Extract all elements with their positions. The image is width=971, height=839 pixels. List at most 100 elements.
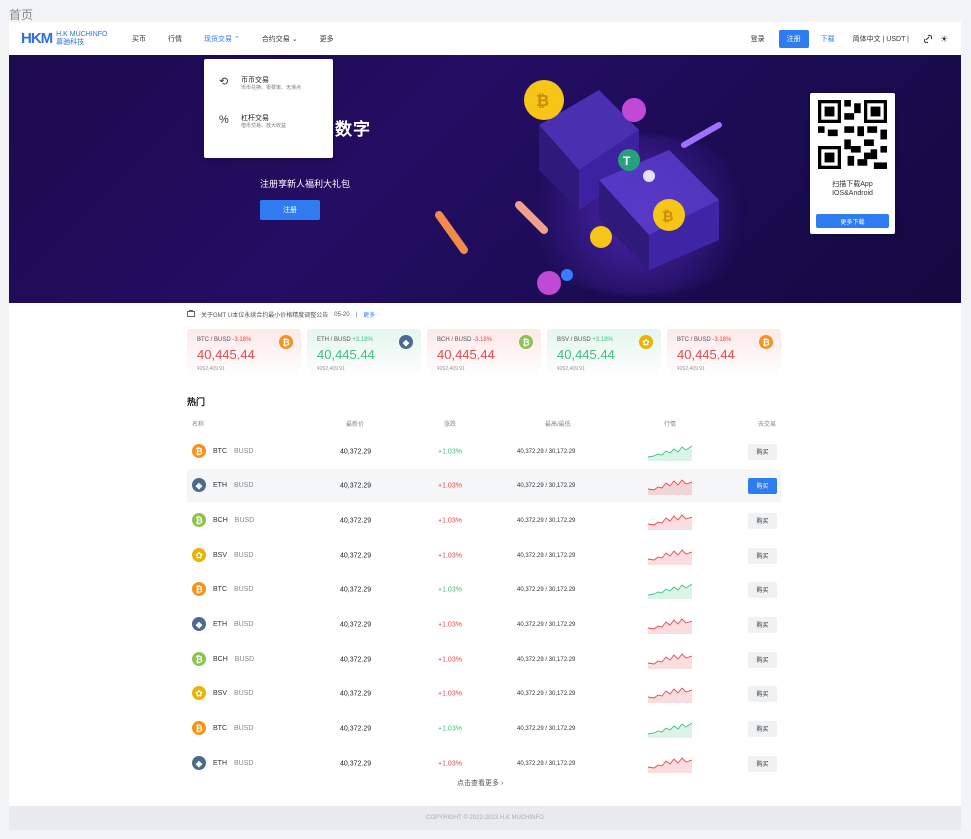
ticker-card[interactable]: BTC / BUSD -3.18% 40,445.44 ¥262,409.91 ₿ [187, 329, 301, 377]
nav-buy-coin[interactable]: 买币 [132, 34, 146, 44]
buy-button[interactable]: 购买 [748, 512, 777, 529]
nav-contract-trading[interactable]: 合约交易 ⌄ [262, 34, 298, 44]
table-row[interactable]: ₿ BTC BUSD 40,372.29 +1.03% 40,372.29 / 30,17… [187, 712, 781, 745]
nav-more[interactable]: 更多 [320, 34, 334, 44]
ticker-cny-price: ¥262,409.91 [317, 366, 345, 372]
table-row[interactable]: ◆ ETH BUSD 40,372.29 +1.03% 40,372.29 / 30,17… [187, 608, 781, 641]
sparkline [647, 545, 693, 567]
price-change: +1.03% [438, 448, 462, 455]
hero-register-button[interactable]: 注册 [260, 200, 320, 220]
col-change: 涨跌 [444, 422, 457, 428]
ticker-cny-price: ¥262,409.91 [197, 366, 225, 372]
link-icon[interactable] [923, 34, 933, 44]
price-change: +1.03% [438, 690, 462, 697]
btc-coin-icon: ₿ [192, 443, 206, 460]
table-row[interactable]: ◆ ETH BUSD 40,372.29 +1.03% 40,372.29 / 30,17… [187, 747, 781, 780]
buy-button[interactable]: 购买 [748, 685, 777, 702]
more-downloads-button[interactable]: 更多下载 [816, 214, 889, 228]
app-frame: HKM H.K MUCHINFO 慕驰科技 买币 行情 现货交易 ⌃ 合约交易 … [9, 22, 961, 830]
table-row[interactable]: ✿ BSV BUSD 40,372.29 +1.03% 40,372.29 / 30,17… [187, 539, 781, 572]
price-change: +1.03% [438, 586, 462, 593]
buy-button[interactable]: 购买 [748, 547, 777, 564]
ticker-pair: BCH / BUSD -3.18% [437, 337, 493, 343]
ticker-cny-price: ¥262,409.91 [677, 366, 705, 372]
buy-button[interactable]: 购买 [748, 651, 777, 668]
ticker-card[interactable]: ETH / BUSD +3.18% 40,445.44 ¥262,409.91 ◆ [307, 329, 421, 377]
download-link[interactable]: 下载 [821, 34, 835, 44]
hero-banner: ₿ T ₿ 数字 注册享新人福利大礼包 注册 扫描下载App IOS&Andro… [9, 55, 961, 303]
main-nav: 买币 行情 现货交易 ⌃ 合约交易 ⌄ 更多 [132, 34, 356, 44]
ticker-card[interactable]: BSV / BUSD +3.18% 40,445.44 ¥262,409.91 ✿ [547, 329, 661, 377]
header-actions: 登录 注册 下载 简体中文 | USDT | ☀ [751, 30, 949, 48]
last-price: 40,372.29 [340, 690, 372, 697]
logo-mark: HKM [21, 30, 53, 47]
last-price: 40,372.29 [340, 621, 372, 628]
buy-button[interactable]: 购买 [748, 443, 777, 460]
last-price: 40,372.29 [340, 552, 372, 559]
qr-code [818, 100, 887, 169]
ticker-price: 40,445.44 [197, 347, 255, 362]
high-low: 40,372.29 / 30,172.29 [517, 448, 576, 455]
table-row[interactable]: ₿ BTC BUSD 40,372.29 +1.03% 40,372.29 / 30,17… [187, 573, 781, 606]
svg-text:₿: ₿ [195, 723, 202, 734]
last-price: 40,372.29 [340, 760, 372, 767]
high-low: 40,372.29 / 30,172.29 [517, 586, 576, 593]
qr-caption: 扫描下载App [832, 181, 873, 188]
ticker-card[interactable]: BCH / BUSD -3.18% 40,445.44 ¥262,409.91 ₿ [427, 329, 541, 377]
register-button[interactable]: 注册 [778, 30, 809, 48]
svg-text:◆: ◆ [196, 481, 203, 491]
announcement-date: 05-20 [334, 311, 350, 318]
announcement-more-link[interactable]: 更多 [363, 310, 375, 319]
announcement-icon [187, 310, 195, 319]
table-row[interactable]: ◆ ETH BUSD 40,372.29 +1.03% 40,372.29 / 30,17… [187, 469, 781, 502]
logo[interactable]: HKM H.K MUCHINFO 慕驰科技 [21, 30, 108, 47]
ticker-price: 40,445.44 [557, 347, 615, 362]
buy-button[interactable]: 购买 [748, 755, 777, 772]
ticker-price: 40,445.44 [437, 347, 495, 362]
app-download-card: 扫描下载App IOS&Android 更多下载 [810, 93, 895, 234]
footer-copyright: COPYRIGHT © 2022-2023 H.K MUCHINFO [9, 806, 961, 830]
svg-text:✿: ✿ [195, 689, 203, 699]
svg-text:₿: ₿ [536, 92, 549, 110]
last-price: 40,372.29 [340, 725, 372, 732]
svg-text:₿: ₿ [762, 338, 769, 349]
table-row[interactable]: ₿ BTC BUSD 40,372.29 +1.03% 40,372.29 / 30,17… [187, 435, 781, 468]
last-price: 40,372.29 [340, 656, 372, 663]
pair-cell: ₿ BCH BUSD [192, 512, 254, 529]
table-row[interactable]: ₿ BCH BUSD 40,372.29 +1.03% 40,372.29 / 30,17… [187, 504, 781, 537]
language-currency-selector[interactable]: 简体中文 | USDT | [853, 34, 909, 44]
buy-button[interactable]: 购买 [748, 616, 777, 633]
high-low: 40,372.29 / 30,172.29 [517, 760, 576, 767]
announcement-text[interactable]: 关于GMT U本位永续合约最小价格精度调整公告 [201, 310, 328, 319]
exchange-icon: ⟲ [219, 76, 229, 88]
login-button[interactable]: 登录 [751, 34, 765, 44]
ticker-price: 40,445.44 [317, 347, 375, 362]
buy-button[interactable]: 购买 [748, 477, 777, 494]
svg-text:✿: ✿ [195, 551, 203, 561]
dropdown-item-margin-trading[interactable]: % 杠杆交易 借币交易、放大收益 [219, 114, 286, 130]
high-low: 40,372.29 / 30,172.29 [517, 656, 576, 663]
col-name: 名称 [192, 422, 205, 428]
ticker-pair: BTC / BUSD -3.18% [197, 337, 252, 343]
pair-cell: ✿ BSV BUSD [192, 685, 253, 702]
percent-icon: % [219, 114, 229, 126]
svg-text:₿: ₿ [195, 515, 202, 526]
table-header: 名称 最新价 涨跌 最高/最低 行情 去交易 [187, 419, 781, 431]
table-row[interactable]: ₿ BCH BUSD 40,372.29 +1.03% 40,372.29 / 30,17… [187, 643, 781, 676]
table-row[interactable]: ✿ BSV BUSD 40,372.29 +1.03% 40,372.29 / 30,17… [187, 677, 781, 710]
price-change: +1.03% [438, 552, 462, 559]
btc-coin-icon: ₿ [759, 335, 773, 354]
top-navbar: HKM H.K MUCHINFO 慕驰科技 买币 行情 现货交易 ⌃ 合约交易 … [9, 22, 961, 56]
svg-text:T: T [623, 154, 631, 168]
dropdown-item-coin-trading[interactable]: ⟲ 币币交易 币币兑换、零费率、无滑点 [219, 76, 301, 92]
nav-market[interactable]: 行情 [168, 34, 182, 44]
ticker-card[interactable]: BTC / BUSD -3.18% 40,445.44 ¥262,409.91 ₿ [667, 329, 781, 377]
theme-sun-icon[interactable]: ☀ [939, 34, 949, 44]
price-change: +1.03% [438, 621, 462, 628]
svg-text:◆: ◆ [403, 339, 410, 349]
view-more-link[interactable]: 点击查看更多 › [457, 778, 503, 788]
nav-spot-trading[interactable]: 现货交易 ⌃ [204, 34, 240, 44]
eth-coin-icon: ◆ [192, 755, 206, 772]
buy-button[interactable]: 购买 [748, 581, 777, 598]
buy-button[interactable]: 购买 [748, 720, 777, 737]
